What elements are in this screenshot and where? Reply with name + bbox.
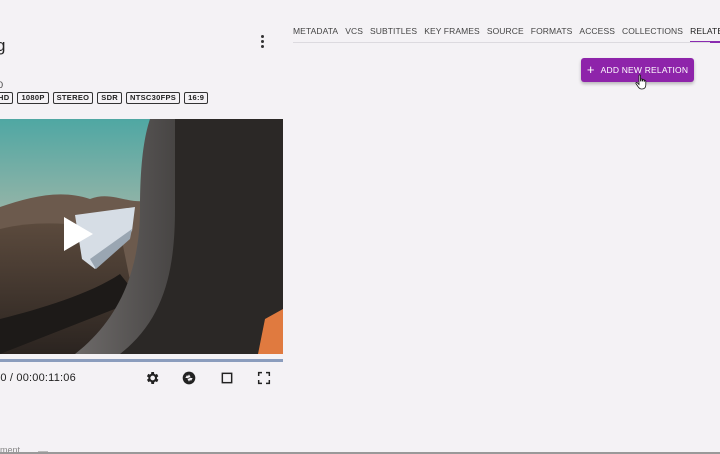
gear-icon[interactable] — [144, 370, 160, 386]
shutter-icon[interactable] — [181, 370, 197, 386]
tab-formats[interactable]: FORMATS — [531, 26, 573, 43]
asset-title: g — [0, 36, 6, 55]
tabs-divider — [293, 42, 710, 43]
badge-audio: STEREO — [52, 92, 94, 104]
tab-key-frames[interactable]: KEY FRAMES — [424, 26, 480, 43]
plus-icon: + — [586, 62, 595, 77]
badge-dynamic-range: SDR — [97, 92, 123, 104]
more-options-icon[interactable] — [256, 33, 268, 49]
stop-icon[interactable] — [219, 370, 235, 386]
tab-metadata[interactable]: METADATA — [293, 26, 338, 43]
tab-vcs[interactable]: VCS — [345, 26, 363, 43]
tab-access[interactable]: ACCESS — [579, 26, 615, 43]
asset-tabs: METADATA VCS SUBTITLES KEY FRAMES SOURCE… — [293, 26, 720, 43]
hand-cursor-icon — [635, 74, 647, 90]
tab-collections[interactable]: COLLECTIONS — [622, 26, 683, 43]
tab-source[interactable]: SOURCE — [487, 26, 524, 43]
playback-progress-bar[interactable] — [0, 359, 283, 362]
badge-resolution: 1080P — [17, 92, 49, 104]
badge-hd: HD — [0, 92, 14, 104]
asset-meta-line: 0 — [0, 80, 4, 90]
tab-subtitles[interactable]: SUBTITLES — [370, 26, 417, 43]
tab-related[interactable]: RELATED — [690, 26, 720, 43]
playback-timecode: 00 / 00:00:11:06 — [0, 372, 76, 384]
video-frame[interactable] — [0, 119, 283, 354]
play-icon[interactable] — [61, 215, 95, 253]
format-badges: HD 1080P STEREO SDR NTSC30FPS 16:9 — [0, 92, 209, 104]
badge-aspect-ratio: 16:9 — [184, 92, 209, 104]
fullscreen-icon[interactable] — [256, 370, 272, 386]
badge-framerate: NTSC30FPS — [126, 92, 181, 104]
